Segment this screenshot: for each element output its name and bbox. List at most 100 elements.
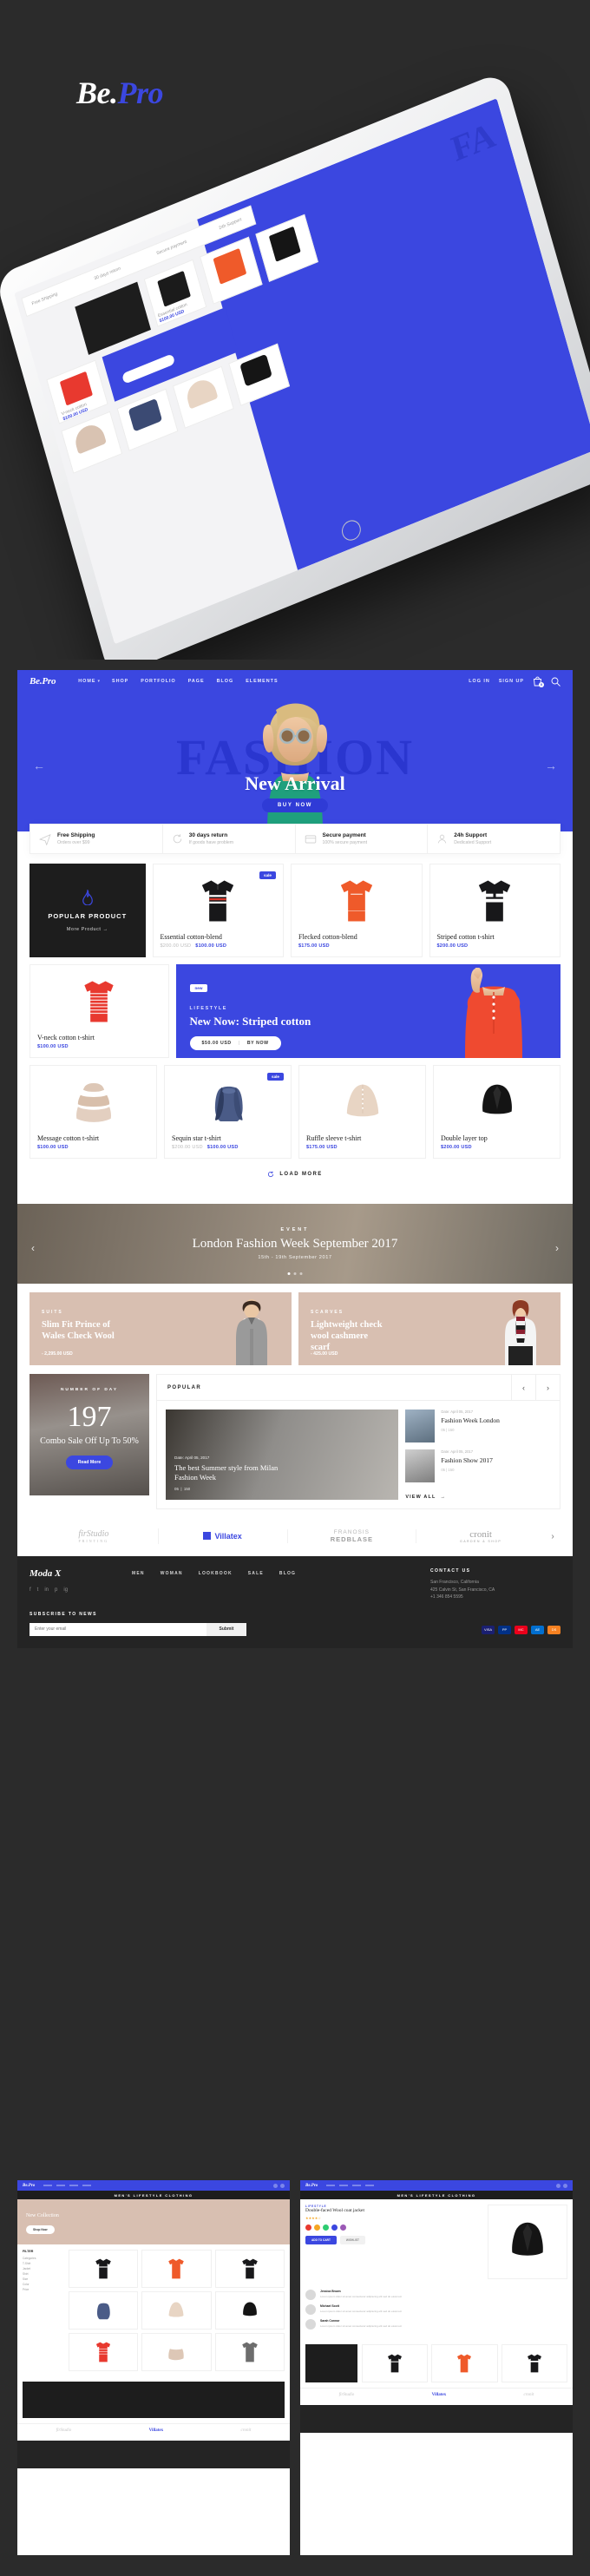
promo-card-suits[interactable]: SUITS Slim Fit Prince of Wales Check Woo…	[30, 1292, 292, 1365]
view-all-label: VIEW ALL	[405, 1495, 436, 1500]
feature-sub: Orders over $99	[57, 840, 90, 845]
product-card[interactable]: V-neck cotton t-shirt $100.00 USD	[30, 964, 169, 1058]
lifestyle-banner[interactable]: new LIFESTYLE New Now: Striped cotton $5…	[175, 964, 560, 1058]
promo-price: - 425.00 USD	[311, 1351, 338, 1357]
nav-item-portfolio[interactable]: PORTFOLIO	[141, 679, 175, 684]
twitter-icon[interactable]: t	[37, 1587, 39, 1593]
feature-sub: If goods have problem	[188, 840, 234, 845]
avatar	[305, 2319, 316, 2330]
brand-cronit[interactable]: cronit GARDEN & SHOP	[416, 1529, 545, 1543]
swatch-red[interactable]	[305, 2224, 311, 2231]
popular-product-card[interactable]: POPULAR PRODUCT More Product →	[30, 864, 146, 957]
product-card[interactable]: Message cotton t-shirt $100.00 USD	[30, 1065, 157, 1159]
chevron-right-icon[interactable]: ›	[555, 1242, 559, 1254]
tablet-body: FA Free Shipping 30 days return Secure p…	[0, 70, 590, 660]
list-item[interactable]: Date: April 05, 2017 Fashion Week London…	[405, 1410, 551, 1442]
brand-villatex[interactable]: Villatex	[157, 1528, 287, 1544]
product-image	[172, 1073, 284, 1134]
wishlist-button[interactable]: WISHLIST	[339, 2236, 365, 2244]
event-slider-dots[interactable]	[287, 1272, 303, 1275]
mini-footer	[17, 2441, 290, 2468]
facebook-icon[interactable]: f	[30, 1587, 31, 1593]
mini-product-card[interactable]	[214, 2250, 285, 2288]
hero-buy-now-button[interactable]: BUY NOW	[261, 798, 329, 812]
presentation-page: Be.Pro FA Free Shipping 30 days return S…	[0, 0, 590, 2576]
mini-product-card[interactable]	[141, 2250, 212, 2288]
site-footer: Moda X f t in p ig MEN WOMAN LOOKBOOK SA…	[17, 1556, 573, 1648]
product-card[interactable]: sale Sequin star t-shirt $200.00 USD $100…	[164, 1065, 292, 1159]
mini-product-card[interactable]	[214, 2291, 285, 2330]
mini-product-card[interactable]	[141, 2333, 212, 2371]
number-of-day-card[interactable]: NUMBER OF DAY 197 Combo Sale Off Up To 5…	[30, 1374, 149, 1495]
mini-subbar-label: MEN'S LIFESTYLE CLOTHING	[397, 2192, 476, 2198]
mini-product-card[interactable]	[431, 2344, 498, 2382]
mini-product-card[interactable]	[69, 2333, 139, 2371]
newsletter-email-input[interactable]	[30, 1622, 206, 1636]
swatch-purple[interactable]	[340, 2224, 346, 2231]
mini-product-card[interactable]	[141, 2291, 212, 2330]
lifestyle-cta-pill[interactable]: $50.00 USD | BY NOW	[189, 1036, 281, 1050]
product-card[interactable]: Striped cotton t-shirt $200.00 USD	[429, 864, 560, 957]
signup-link[interactable]: SIGN UP	[499, 679, 524, 684]
site-logo[interactable]: Be.Pro	[30, 676, 56, 687]
footer-nav-lookbook[interactable]: LOOKBOOK	[199, 1571, 233, 1601]
newsletter-form: Submit	[30, 1622, 246, 1636]
newsletter-submit-button[interactable]: Submit	[206, 1622, 246, 1636]
swatch-orange[interactable]	[314, 2224, 320, 2231]
arrow-left-icon[interactable]: ←	[33, 759, 45, 772]
nav-item-shop[interactable]: SHOP	[112, 679, 128, 684]
mini-product-card[interactable]	[214, 2333, 285, 2371]
nav-item-page[interactable]: PAGE	[188, 679, 205, 684]
nav-item-elements[interactable]: ELEMENTS	[246, 679, 278, 684]
pinterest-icon[interactable]: p	[55, 1587, 57, 1593]
mini-banner-button[interactable]: Shop Now	[26, 2225, 55, 2234]
mini-product-card[interactable]	[501, 2344, 567, 2382]
cart-count-badge: 0	[539, 682, 544, 687]
product-card[interactable]: Flecked cotton-blend $175.00 USD	[291, 864, 423, 957]
read-more-button[interactable]: Read More	[65, 1456, 114, 1469]
brand-franosis[interactable]: FRANOSIS REDBLASE	[286, 1529, 416, 1543]
lifestyle-buy-now[interactable]: BY NOW	[247, 1041, 269, 1046]
instagram-icon[interactable]: ig	[63, 1587, 68, 1593]
product-main-image	[488, 2205, 567, 2279]
load-more-button[interactable]: LOAD MORE	[30, 1166, 560, 1192]
search-icon[interactable]	[551, 677, 560, 687]
more-product-link[interactable]: More Product →	[67, 927, 108, 932]
product-name: V-neck cotton t-shirt	[37, 1034, 95, 1042]
footer-nav-men[interactable]: MEN	[132, 1571, 145, 1601]
nav-item-home[interactable]: HOME	[78, 679, 95, 684]
mini-product-card[interactable]	[69, 2250, 139, 2288]
chevron-left-icon[interactable]: ‹	[31, 1242, 35, 1254]
chevron-right-icon[interactable]: ›	[545, 1532, 560, 1541]
chevron-left-icon[interactable]: ‹	[511, 1375, 535, 1400]
product-card[interactable]: Ruffle sleeve t-shirt $175.00 USD	[298, 1065, 426, 1159]
brand-firstudio[interactable]: firStudio PRINTING	[30, 1529, 158, 1543]
swatch-blue[interactable]	[331, 2224, 338, 2231]
mini-product-grid	[69, 2250, 285, 2371]
swatch-green[interactable]	[323, 2224, 329, 2231]
linkedin-icon[interactable]: in	[44, 1587, 49, 1593]
cart-icon[interactable]: 0	[533, 676, 544, 687]
footer-nav-sale[interactable]: SALE	[248, 1571, 264, 1601]
mini-product-card[interactable]	[362, 2344, 429, 2382]
view-all-link[interactable]: VIEW ALL →	[405, 1489, 551, 1500]
popular-posts-nav: ‹ ›	[511, 1375, 560, 1400]
mini-product-card[interactable]	[69, 2291, 139, 2330]
product-card[interactable]: Double layer top $200.00 USD	[433, 1065, 560, 1159]
post-title: Fashion Show 2017	[441, 1456, 493, 1464]
promo-card-scarves[interactable]: SCARVES Lightweight check wool cashmere …	[298, 1292, 560, 1365]
chevron-right-icon[interactable]: ›	[535, 1375, 560, 1400]
add-to-cart-button[interactable]: ADD TO CART	[305, 2236, 337, 2244]
footer-nav-blog[interactable]: BLOG	[279, 1571, 296, 1601]
featured-post[interactable]: Date: April 05, 2017 The best Summer sty…	[166, 1410, 399, 1500]
filter-row[interactable]: Price	[23, 2287, 64, 2292]
product-card[interactable]: sale Essential cotton-blend $200.00 USD $…	[152, 864, 284, 957]
nav-item-blog[interactable]: BLOG	[217, 679, 234, 684]
footer-logo: Moda X	[30, 1568, 62, 1579]
login-link[interactable]: LOG IN	[469, 679, 490, 684]
footer-nav-woman[interactable]: WOMAN	[161, 1571, 183, 1601]
mini-header: Be.Pro	[300, 2180, 573, 2191]
list-item[interactable]: Date: April 05, 2017 Fashion Show 2017 0…	[405, 1449, 551, 1482]
arrow-right-icon[interactable]: →	[545, 759, 557, 772]
newsletter: SUBSCRIBE TO NEWS Submit	[30, 1612, 246, 1636]
